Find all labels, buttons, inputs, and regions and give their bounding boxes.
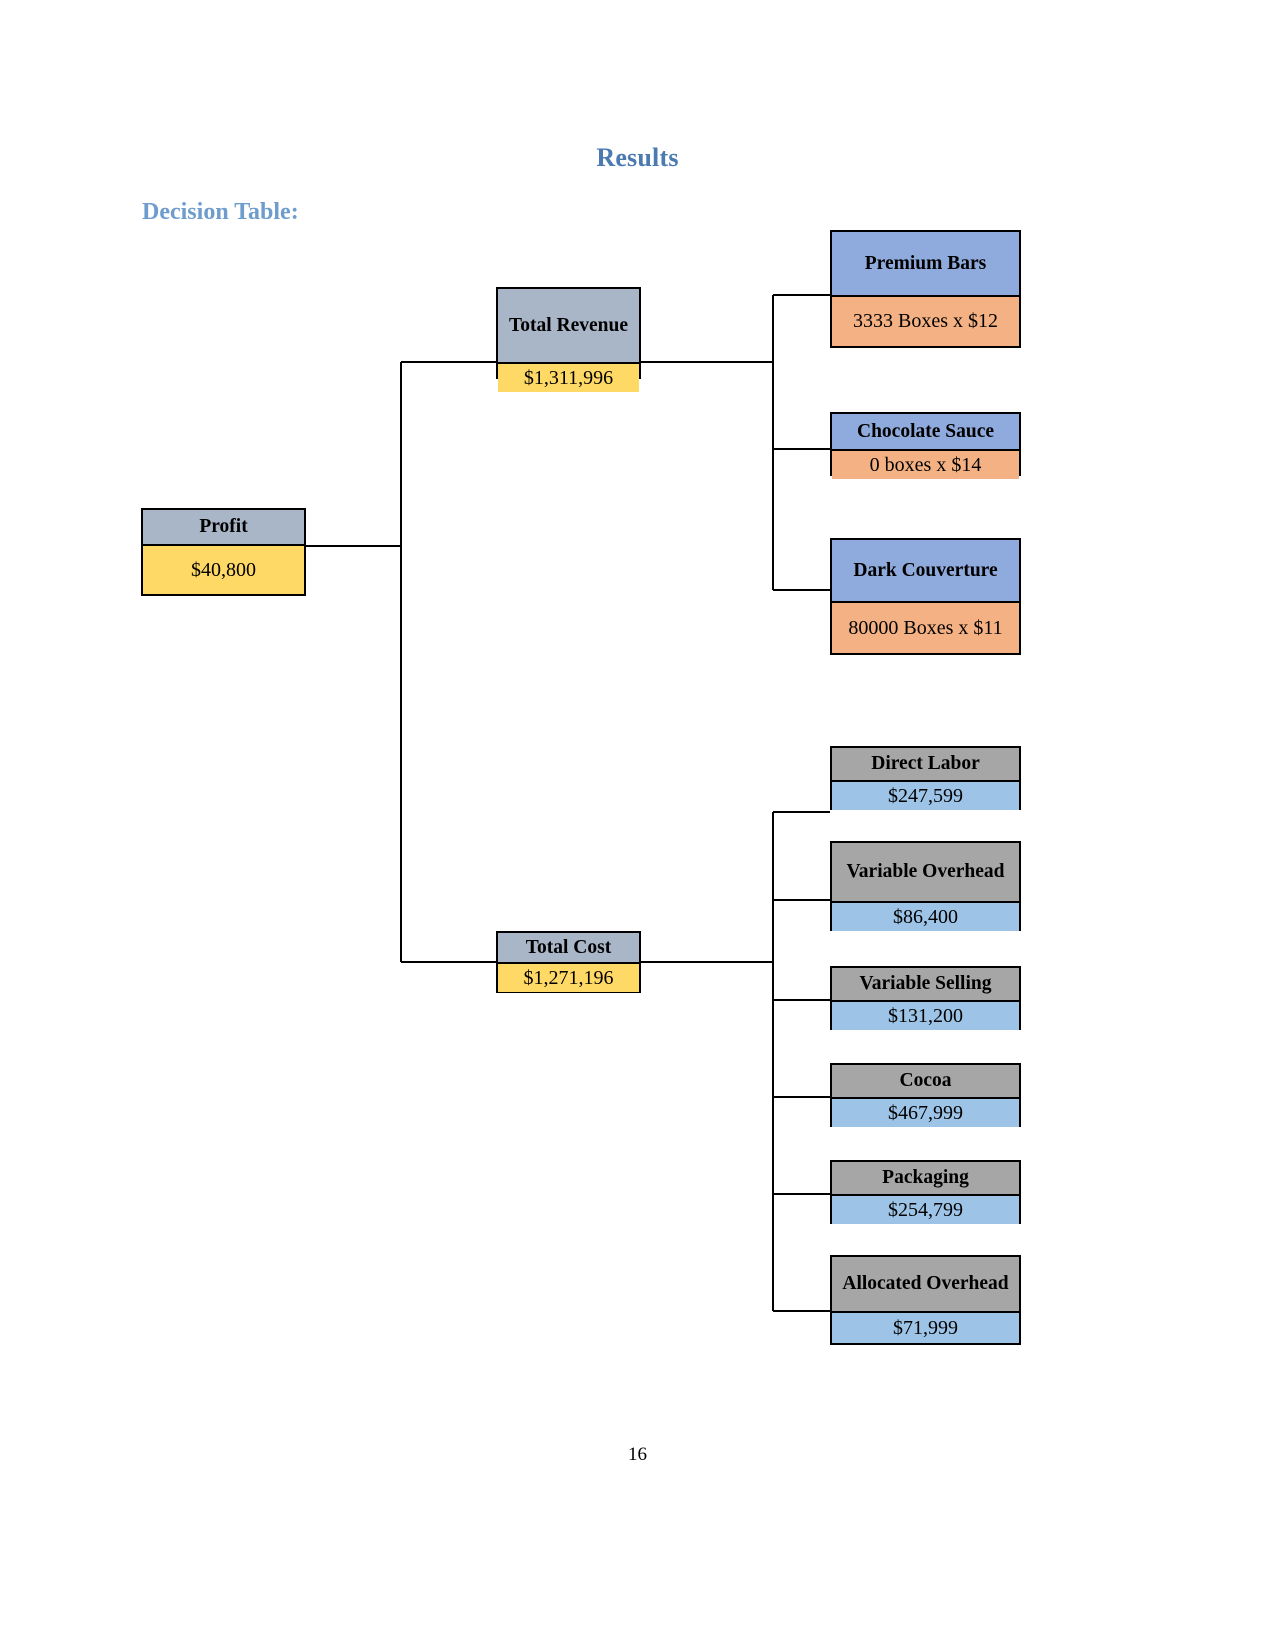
node-cocoa[interactable]: Cocoa $467,999 <box>830 1063 1021 1128</box>
node-profit-label: Profit <box>143 510 304 546</box>
node-allocated-overhead-label: Allocated Overhead <box>832 1257 1019 1313</box>
node-packaging-value: $254,799 <box>832 1196 1019 1225</box>
node-total-cost-value: $1,271,196 <box>498 964 639 993</box>
node-direct-labor-label: Direct Labor <box>832 748 1019 782</box>
node-variable-overhead[interactable]: Variable Overhead $86,400 <box>830 841 1021 932</box>
node-profit-value: $40,800 <box>143 546 304 594</box>
decision-tree-diagram: Profit $40,800 Total Revenue $1,311,996 … <box>0 0 1275 1650</box>
node-dark-couverture-value: 80000 Boxes x $11 <box>832 603 1019 653</box>
node-variable-overhead-label: Variable Overhead <box>832 843 1019 903</box>
node-variable-selling-label: Variable Selling <box>832 968 1019 1002</box>
node-direct-labor-value: $247,599 <box>832 782 1019 811</box>
node-packaging[interactable]: Packaging $254,799 <box>830 1160 1021 1225</box>
node-cocoa-value: $467,999 <box>832 1099 1019 1128</box>
node-allocated-overhead-value: $71,999 <box>832 1313 1019 1343</box>
node-allocated-overhead[interactable]: Allocated Overhead $71,999 <box>830 1255 1021 1345</box>
node-packaging-label: Packaging <box>832 1162 1019 1196</box>
node-dark-couverture[interactable]: Dark Couverture 80000 Boxes x $11 <box>830 538 1021 655</box>
node-premium-bars-label: Premium Bars <box>832 232 1019 297</box>
node-premium-bars[interactable]: Premium Bars 3333 Boxes x $12 <box>830 230 1021 348</box>
page-number: 16 <box>628 1444 647 1465</box>
node-cocoa-label: Cocoa <box>832 1065 1019 1099</box>
connector-lines <box>306 294 830 1312</box>
node-total-revenue[interactable]: Total Revenue $1,311,996 <box>496 287 641 393</box>
node-profit[interactable]: Profit $40,800 <box>141 508 306 596</box>
node-chocolate-sauce-value: 0 boxes x $14 <box>832 451 1019 480</box>
node-total-revenue-value: $1,311,996 <box>498 364 639 393</box>
node-premium-bars-value: 3333 Boxes x $12 <box>832 297 1019 346</box>
node-variable-overhead-value: $86,400 <box>832 903 1019 932</box>
node-dark-couverture-label: Dark Couverture <box>832 540 1019 603</box>
node-variable-selling[interactable]: Variable Selling $131,200 <box>830 966 1021 1031</box>
node-chocolate-sauce-label: Chocolate Sauce <box>832 414 1019 451</box>
node-direct-labor[interactable]: Direct Labor $247,599 <box>830 746 1021 811</box>
node-total-cost[interactable]: Total Cost $1,271,196 <box>496 931 641 993</box>
node-chocolate-sauce[interactable]: Chocolate Sauce 0 boxes x $14 <box>830 412 1021 480</box>
node-total-revenue-label: Total Revenue <box>498 289 639 364</box>
node-variable-selling-value: $131,200 <box>832 1002 1019 1031</box>
node-total-cost-label: Total Cost <box>498 933 639 964</box>
